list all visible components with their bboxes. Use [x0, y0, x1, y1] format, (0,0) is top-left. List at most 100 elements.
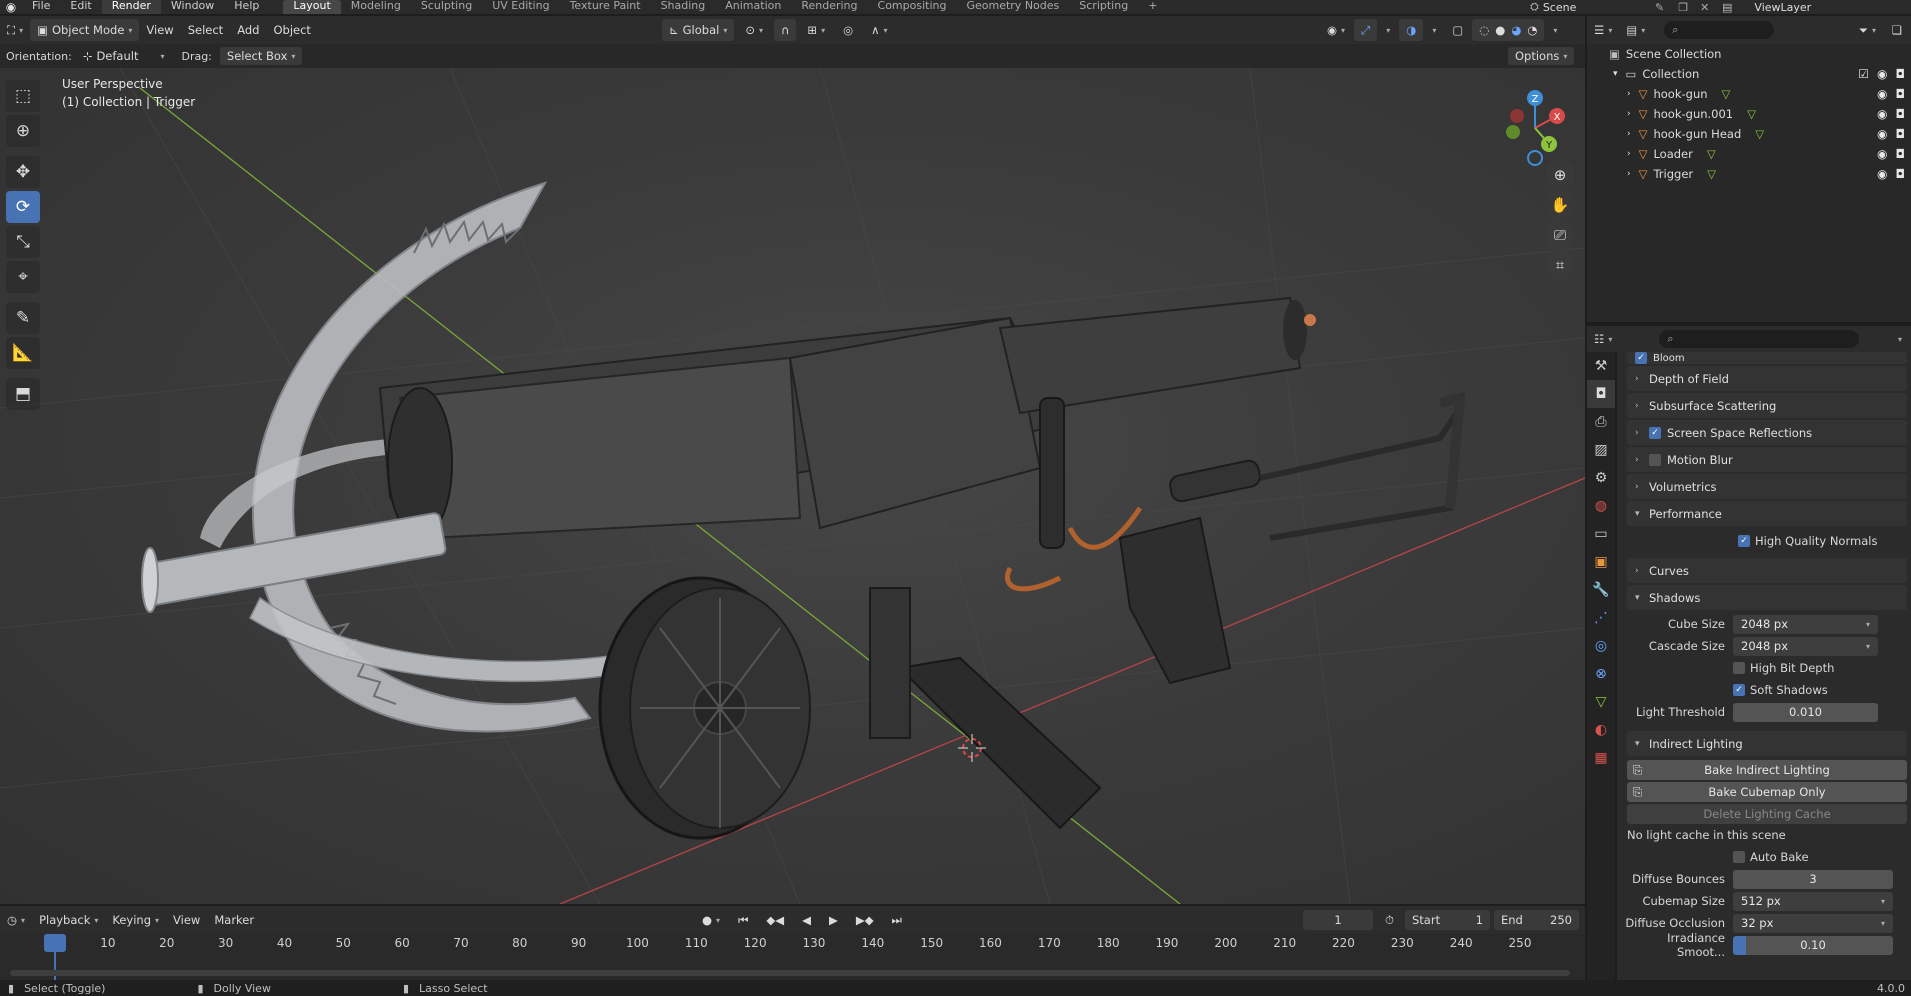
outliner-item[interactable]: › ▽ Trigger ▽ ◉ ◘	[1587, 164, 1911, 184]
zoom-icon[interactable]: ⊕	[1545, 160, 1575, 190]
rendered-shading-icon[interactable]: ◔	[1527, 23, 1537, 37]
render-camera-icon[interactable]: ◘	[1896, 127, 1906, 141]
cursor-icon[interactable]: ⊕	[6, 115, 40, 147]
filter-button[interactable]: ⏷ ▾	[1852, 19, 1883, 41]
outliner-editor-type[interactable]: ☰ ▾	[1587, 19, 1619, 41]
tab-shading[interactable]: Shading	[651, 0, 716, 14]
end-frame-field[interactable]: End 250	[1494, 910, 1579, 930]
camera-view-icon[interactable]: ⎚	[1545, 220, 1575, 250]
transform-icon[interactable]: ⌖	[6, 261, 40, 293]
bloom-checkbox[interactable]: ✓	[1635, 352, 1647, 364]
bake-cubemap-button[interactable]: ⎘ Bake Cubemap Only	[1627, 782, 1907, 802]
tab-texture-paint[interactable]: Texture Paint	[560, 0, 651, 14]
play-reverse-icon[interactable]: ◀	[795, 909, 818, 931]
transform-orientation-selector[interactable]: ⊾ Global ▾	[662, 19, 735, 41]
outliner-item[interactable]: › ▽ hook-gun ▽ ◉ ◘	[1587, 84, 1911, 104]
menu-marker[interactable]: Marker	[207, 909, 261, 931]
texture-tab-icon[interactable]: ▦	[1587, 744, 1615, 772]
proportional-edit-toggle[interactable]: ◎	[836, 19, 860, 41]
expand-arrow-icon[interactable]: ▾	[1613, 69, 1618, 79]
timeline-scrollbar[interactable]	[10, 970, 1570, 976]
visibility-eye-icon[interactable]: ◉	[1877, 167, 1887, 181]
bake-indirect-lighting-button[interactable]: ⎘ Bake Indirect Lighting	[1627, 760, 1907, 780]
visibility-eye-icon[interactable]: ◉	[1877, 67, 1887, 81]
tab-compositing[interactable]: Compositing	[868, 0, 957, 14]
panel-enable-checkbox[interactable]: ✓	[1649, 426, 1661, 439]
overlay-toggle[interactable]: ◑	[1399, 19, 1424, 41]
visibility-eye-icon[interactable]: ◉	[1877, 87, 1887, 101]
drag-selector[interactable]: Select Box ▾	[219, 47, 303, 65]
render-camera-icon[interactable]: ◘	[1896, 107, 1906, 121]
tab-layout[interactable]: Layout	[283, 0, 341, 14]
tab-rendering[interactable]: Rendering	[791, 0, 867, 14]
stopwatch-icon[interactable]: ⏱	[1378, 909, 1401, 931]
gizmo-toggle[interactable]: ⤢	[1354, 19, 1378, 41]
timeline-editor-type[interactable]: ◷ ▾	[0, 909, 32, 931]
scene-selector[interactable]: ⛭ Scene	[1530, 0, 1576, 14]
jump-start-icon[interactable]: ⏮	[731, 909, 755, 931]
high-quality-normals-row[interactable]: ✓ High Quality Normals	[1617, 530, 1911, 552]
start-frame-field[interactable]: Start 1	[1405, 910, 1490, 930]
menu-add[interactable]: Add	[230, 19, 266, 41]
view-layer-tab-icon[interactable]: ▨	[1587, 436, 1615, 464]
measure-icon[interactable]: 📐	[6, 337, 40, 369]
output-tab-icon[interactable]: ⎙	[1587, 408, 1615, 436]
menu-help[interactable]: Help	[224, 0, 269, 14]
outliner-search-input[interactable]: ⌕	[1664, 21, 1775, 39]
auto-key-button[interactable]: ● ▾	[695, 909, 727, 931]
prev-key-icon[interactable]: ◆◀	[759, 909, 791, 931]
menu-playback[interactable]: Playback ▾	[32, 909, 105, 931]
panel-performance[interactable]: ▾ Performance	[1627, 501, 1907, 526]
outliner-item[interactable]: › ▽ Loader ▽ ◉ ◘	[1587, 144, 1911, 164]
render-camera-icon[interactable]: ◘	[1896, 87, 1906, 101]
gizmo-menu[interactable]: ▾	[1379, 19, 1397, 41]
tab-scripting[interactable]: Scripting	[1069, 0, 1138, 14]
high-bit-depth-checkbox[interactable]	[1733, 662, 1745, 674]
move-icon[interactable]: ✥	[6, 156, 40, 188]
shading-modes[interactable]: ◌ ● ◕ ◔	[1472, 19, 1545, 41]
cubemap-size-select[interactable]: 512 px ▾	[1733, 891, 1893, 911]
menu-edit[interactable]: Edit	[60, 0, 101, 14]
scale-icon[interactable]: ⤡	[6, 226, 40, 258]
tab-sculpting[interactable]: Sculpting	[411, 0, 482, 14]
collapsed-panel[interactable]: › Subsurface Scattering	[1627, 393, 1907, 418]
diffuse-occlusion-select[interactable]: 32 px ▾	[1733, 913, 1893, 933]
collapsed-panel[interactable]: › Volumetrics	[1627, 474, 1907, 499]
object-tab-icon[interactable]: ▣	[1587, 548, 1615, 576]
menu-object[interactable]: Object	[266, 19, 317, 41]
properties-options-button[interactable]: ▾	[1891, 328, 1909, 350]
delete-lighting-cache-button[interactable]: Delete Lighting Cache	[1627, 804, 1907, 824]
light-threshold-field[interactable]: 0.010	[1733, 702, 1878, 722]
3d-viewport[interactable]: Z X Y User Perspective (1) Collection | …	[0, 68, 1585, 904]
add-cube-icon[interactable]: ⬒	[6, 378, 40, 410]
ortho-grid-icon[interactable]: ⌗	[1545, 250, 1575, 280]
shading-menu[interactable]: ▾	[1546, 19, 1564, 41]
collection-row[interactable]: ▾ ▭ Collection ☑ ◉ ◘	[1587, 64, 1911, 84]
high-quality-normals-checkbox[interactable]: ✓	[1738, 535, 1750, 547]
outliner-item[interactable]: › ▽ hook-gun.001 ▽ ◉ ◘	[1587, 104, 1911, 124]
collection-tab-icon[interactable]: ▭	[1587, 520, 1615, 548]
visibility-eye-icon[interactable]: ◉	[1877, 107, 1887, 121]
gizmo-neg-x-handle[interactable]	[1510, 109, 1524, 123]
irradiance-smoothing-slider[interactable]: 0.10	[1733, 935, 1893, 955]
visibility-button[interactable]: ◉ ▾	[1320, 19, 1352, 41]
material-shading-icon[interactable]: ◕	[1511, 23, 1521, 37]
blender-logo-icon[interactable]: ◉	[0, 0, 22, 14]
particles-tab-icon[interactable]: ⋰	[1587, 604, 1615, 632]
view-layer-selector[interactable]: ▤ ViewLayer	[1722, 0, 1811, 14]
panel-curves[interactable]: › Curves	[1627, 558, 1907, 583]
cascade-size-select[interactable]: 2048 px ▾	[1733, 636, 1878, 656]
orientation-selector[interactable]: ⊹ Default ▾	[76, 45, 172, 67]
data-tab-icon[interactable]: ▽	[1587, 688, 1615, 716]
expand-arrow-icon[interactable]: ›	[1627, 149, 1631, 159]
menu-view-timeline[interactable]: View	[166, 909, 207, 931]
play-icon[interactable]: ▶	[822, 909, 845, 931]
display-mode-button[interactable]: ▤ ▾	[1619, 19, 1652, 41]
panel-bloom[interactable]: ✓ Bloom	[1627, 352, 1907, 364]
new-collection-button[interactable]: ❏	[1885, 19, 1909, 41]
menu-file[interactable]: File	[22, 0, 60, 14]
falloff-button[interactable]: ∧ ▾	[864, 19, 894, 41]
render-camera-icon[interactable]: ◘	[1896, 147, 1906, 161]
expand-arrow-icon[interactable]: ›	[1627, 169, 1631, 179]
panel-shadows[interactable]: ▾ Shadows	[1627, 585, 1907, 610]
